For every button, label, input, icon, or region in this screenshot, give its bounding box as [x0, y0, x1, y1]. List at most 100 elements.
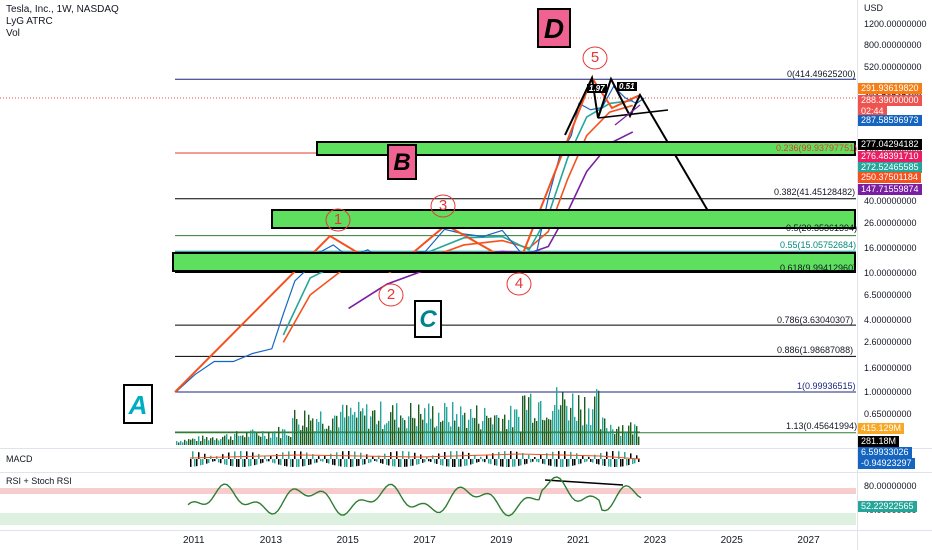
macd-bar [254, 459, 256, 466]
macd-bar [408, 451, 410, 459]
macd-bar [504, 451, 506, 459]
volume-bar [616, 428, 618, 445]
macd-bar [478, 459, 480, 462]
volume-bar [426, 423, 428, 445]
volume-bar [478, 423, 480, 445]
annotation-a[interactable]: A [123, 384, 153, 424]
macd-bar [340, 459, 342, 467]
volume-bar [188, 439, 190, 445]
macd-bar [224, 459, 226, 465]
rsi-label[interactable]: RSI + Stoch RSI [6, 476, 72, 486]
volume-bar [334, 415, 336, 445]
volume-bar [576, 420, 578, 445]
volume-bar [538, 402, 540, 445]
price-tag: 415.129M [858, 423, 905, 434]
annotation-b[interactable]: B [387, 144, 417, 180]
macd-bar [452, 459, 454, 467]
macd-bar [286, 459, 288, 467]
macd-bar [480, 456, 482, 459]
volume-bar [622, 425, 624, 445]
macd-bar [456, 451, 458, 459]
volume-bar [408, 416, 410, 445]
volume-bar [286, 435, 288, 445]
macd-bar [356, 459, 358, 467]
macd-bar [430, 459, 432, 462]
macd-bar [304, 459, 306, 466]
macd-bar [566, 459, 568, 467]
volume-bar [208, 440, 210, 445]
volume-bar [392, 405, 394, 445]
volume-bar [590, 425, 592, 445]
volume-bar [510, 405, 512, 445]
volume-bar [438, 412, 440, 445]
volume-bar [462, 415, 464, 445]
macd-bar [466, 459, 468, 466]
volume-bar [242, 435, 244, 445]
volume-bar [202, 435, 204, 445]
zone-box-lower[interactable] [172, 252, 856, 272]
volume-bar [244, 437, 246, 445]
volume-bar [362, 408, 364, 445]
volume-bar [390, 412, 392, 445]
macd-bar [616, 459, 618, 467]
macd-bar [316, 459, 318, 463]
macd-bar [232, 459, 234, 467]
macd-bar [362, 459, 364, 465]
main-chart-svg[interactable] [0, 0, 932, 550]
volume-bar [322, 423, 324, 445]
macd-bar [584, 459, 586, 463]
volume-bar [444, 402, 446, 445]
volume-bar [232, 439, 234, 445]
volume-bar [452, 402, 454, 445]
macd-bar [338, 459, 340, 467]
volume-bar [190, 439, 192, 445]
volume-bar [220, 439, 222, 445]
fib-label-0382: 0.382(41.45128482) [774, 187, 856, 197]
macd-bar [536, 459, 538, 462]
volume-bar [472, 417, 474, 445]
price-tag: 250.37501184 [858, 172, 921, 183]
volume-bar [536, 421, 538, 445]
zone-box-middle[interactable] [271, 209, 856, 229]
macd-bar [348, 451, 350, 459]
price-tag: 291.93619820 [858, 83, 922, 94]
volume-bar [442, 420, 444, 445]
macd-bar [540, 454, 542, 459]
macd-bar [324, 455, 326, 459]
volume-bar [384, 424, 386, 445]
price-axis-tick: 6.50000000 [864, 289, 912, 300]
macd-bar [374, 459, 376, 462]
volume-bar [460, 406, 462, 445]
macd-bar [238, 459, 240, 467]
macd-bar [520, 459, 522, 466]
volume-bar [458, 426, 460, 445]
volume-bar [412, 417, 414, 445]
macd-bar [458, 459, 460, 467]
macd-bar [320, 459, 322, 462]
macd-bar [560, 459, 562, 467]
annotation-d[interactable]: D [537, 8, 571, 48]
volume-bar [328, 425, 330, 445]
rsi-line [187, 476, 642, 517]
macd-bar [196, 459, 198, 467]
macd-bar [482, 459, 484, 462]
volume-bar [344, 417, 346, 445]
macd-bar [412, 459, 414, 466]
macd-bar [562, 459, 564, 467]
macd-label[interactable]: MACD [6, 454, 33, 464]
volume-bar [450, 426, 452, 445]
volume-bar [178, 442, 180, 445]
price-axis-tick: 4.00000000 [864, 315, 912, 326]
volume-bar [264, 435, 266, 445]
macd-bar [596, 459, 598, 464]
volume-bar [476, 405, 478, 445]
annotation-c[interactable]: C [414, 300, 442, 338]
macd-bar [416, 459, 418, 465]
volume-bar [184, 439, 186, 445]
volume-bar [382, 429, 384, 445]
price-axis-tick: 520.00000000 [864, 62, 922, 73]
fib-label-0786: 0.786(3.63040307) [777, 315, 854, 325]
volume-bar [276, 437, 278, 445]
macd-bar [488, 459, 490, 464]
macd-bar [524, 459, 526, 465]
